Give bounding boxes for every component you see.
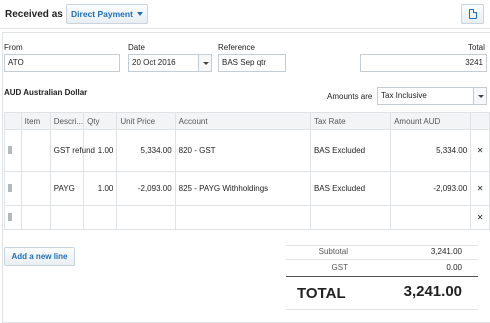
col-description-header: Descri... (49, 112, 85, 130)
total-bottom-rule (286, 309, 478, 310)
tax-rate-cell[interactable]: BAS Excluded (309, 129, 392, 172)
col-item-header: Item (20, 112, 51, 130)
total-label: Total (468, 43, 485, 52)
table-row: GST refund 1.00 5,334.00 820 - GST BAS E… (4, 129, 490, 172)
table-header-row: Item Descri... Qty Unit Price Account Ta… (4, 112, 490, 130)
unit-price-cell[interactable]: -2,093.00 (116, 171, 176, 206)
item-cell[interactable] (20, 205, 51, 230)
unit-price-cell[interactable] (116, 205, 176, 230)
currency-label: AUD Australian Dollar (4, 88, 88, 97)
amount-cell[interactable]: -2,093.00 (390, 171, 472, 206)
qty-cell[interactable]: 1.00 (83, 171, 118, 206)
unit-price-cell[interactable]: 5,334.00 (116, 129, 176, 172)
reference-label: Reference (218, 43, 255, 52)
transaction-type-label: Direct Payment (71, 9, 133, 19)
received-as-label: Received as (5, 9, 63, 20)
amounts-are-label: Amounts are (327, 92, 373, 101)
grand-total-label: TOTAL (297, 285, 346, 302)
document-options-button[interactable] (461, 4, 484, 24)
from-input[interactable]: ATO (4, 54, 120, 72)
total-input[interactable]: 3241 (360, 54, 487, 72)
total-divider (286, 276, 478, 277)
chevron-down-icon (136, 12, 143, 16)
drag-handle-icon (8, 212, 12, 221)
col-tax-rate-header: Tax Rate (309, 112, 392, 130)
item-cell[interactable] (20, 129, 51, 172)
reference-input[interactable]: BAS Sep qtr (218, 54, 286, 72)
subtotal-label: Subtotal (318, 247, 348, 256)
gst-label: GST (331, 263, 348, 272)
col-delete-header (470, 112, 490, 130)
col-grip-header (4, 112, 22, 130)
description-cell[interactable]: GST refund (49, 129, 95, 172)
document-icon (469, 9, 477, 19)
tax-rate-cell[interactable]: BAS Excluded (309, 171, 392, 206)
gst-value: 0.00 (446, 263, 462, 272)
add-new-line-button[interactable]: Add a new line (4, 247, 75, 266)
tax-rate-cell[interactable] (309, 205, 392, 230)
col-amount-header: Amount AUD (390, 112, 472, 130)
account-cell[interactable] (174, 205, 311, 230)
totals-divider (286, 259, 478, 260)
line-items-table: Item Descri... Qty Unit Price Account Ta… (4, 112, 490, 230)
top-bar: Received as Direct Payment (0, 0, 490, 29)
grand-total-value: 3,241.00 (403, 283, 462, 300)
delete-row-icon[interactable]: ✕ (470, 129, 490, 172)
account-cell[interactable]: 820 - GST (174, 129, 311, 172)
date-label: Date (128, 43, 145, 52)
delete-row-icon[interactable]: ✕ (470, 171, 490, 206)
item-cell[interactable] (20, 171, 51, 206)
row-drag-handle[interactable] (4, 205, 22, 230)
amount-cell[interactable]: 5,334.00 (390, 129, 472, 172)
amounts-are-value: Tax Inclusive (381, 91, 427, 100)
chevron-down-icon (473, 88, 486, 104)
description-cell[interactable]: PAYG (49, 171, 85, 206)
col-unit-price-header: Unit Price (116, 112, 176, 130)
qty-cell[interactable] (83, 205, 118, 230)
date-picker-icon[interactable] (198, 55, 211, 71)
totals-divider (286, 245, 478, 246)
col-account-header: Account (174, 112, 311, 130)
description-cell[interactable] (49, 205, 85, 230)
row-drag-handle[interactable] (4, 171, 22, 206)
subtotal-value: 3,241.00 (430, 247, 462, 256)
table-row: PAYG 1.00 -2,093.00 825 - PAYG Withholdi… (4, 171, 490, 206)
account-cell[interactable]: 825 - PAYG Withholdings (174, 171, 311, 206)
date-input[interactable]: 20 Oct 2016 (128, 54, 212, 72)
from-label: From (4, 43, 23, 52)
col-qty-header: Qty (83, 112, 118, 130)
date-value: 20 Oct 2016 (132, 58, 176, 67)
drag-handle-icon (8, 183, 12, 192)
delete-row-icon[interactable]: ✕ (470, 205, 490, 230)
amount-cell[interactable] (390, 205, 472, 230)
row-drag-handle[interactable] (4, 129, 22, 172)
transaction-type-dropdown[interactable]: Direct Payment (66, 4, 148, 24)
table-row: ✕ (4, 205, 490, 230)
drag-handle-icon (8, 145, 12, 154)
amounts-are-select[interactable]: Tax Inclusive (377, 87, 487, 105)
